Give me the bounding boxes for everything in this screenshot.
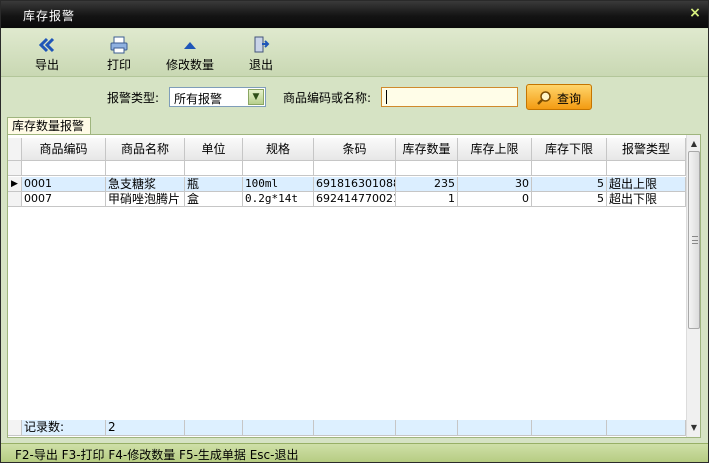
status-bar: F2-导出 F3-打印 F4-修改数量 F5-生成单据 Esc-退出 — [1, 443, 708, 462]
filter-cell[interactable] — [106, 161, 185, 176]
footer-cell — [607, 420, 686, 436]
printer-icon — [110, 36, 128, 54]
tab-stock-quantity-alarm[interactable]: 库存数量报警 — [7, 117, 91, 134]
footer-cell — [532, 420, 607, 436]
exit-button[interactable]: 退出 — [233, 35, 289, 73]
cell-code[interactable]: 0001 — [22, 177, 106, 192]
alarm-type-label: 报警类型: — [107, 91, 160, 105]
up-triangle-icon — [184, 42, 196, 49]
column-header[interactable]: 规格 — [243, 138, 314, 161]
toolbar: 导出 打印 修改数量 退出 — [1, 29, 708, 77]
cell-barcode[interactable]: 6924147700217 — [314, 192, 396, 207]
scroll-down-icon[interactable]: ▼ — [687, 421, 700, 435]
double-left-arrow-icon — [38, 37, 55, 53]
magnifier-icon — [537, 91, 551, 105]
column-header[interactable]: 商品名称 — [106, 138, 185, 161]
title-bar[interactable]: 库存报警 × — [1, 1, 708, 28]
footer-cell — [185, 420, 243, 436]
cell-code[interactable]: 0007 — [22, 192, 106, 207]
filter-cell[interactable] — [607, 161, 686, 176]
code-or-name-label: 商品编码或名称: — [283, 91, 372, 105]
record-count-label: 记录数: — [22, 420, 106, 436]
table-filter-row — [8, 161, 686, 176]
cell-upper-limit[interactable]: 30 — [458, 177, 532, 192]
cell-alarm-type[interactable]: 超出上限 — [607, 177, 686, 192]
scrollbar-thumb[interactable] — [688, 151, 700, 329]
close-icon[interactable]: × — [688, 5, 702, 21]
export-label: 导出 — [34, 58, 59, 72]
table-row[interactable]: 0007 甲硝唑泡腾片 盒 0.2g*14t 6924147700217 1 0… — [8, 192, 686, 207]
footer-cell — [314, 420, 396, 436]
footer-cell — [243, 420, 314, 436]
query-label: 查询 — [557, 92, 582, 106]
current-row-arrow-icon: ▶ — [8, 177, 22, 192]
cell-upper-limit[interactable]: 0 — [458, 192, 532, 207]
row-indicator — [8, 192, 22, 207]
text-caret — [386, 90, 387, 104]
window-title: 库存报警 — [23, 9, 76, 23]
column-header[interactable]: 库存上限 — [458, 138, 532, 161]
print-button[interactable]: 打印 — [91, 35, 147, 73]
cell-name[interactable]: 甲硝唑泡腾片 — [106, 192, 185, 207]
footer-cell — [458, 420, 532, 436]
alarm-type-select[interactable]: 所有报警 ▼ — [169, 87, 266, 107]
exit-door-icon — [254, 36, 270, 53]
footer-cell — [396, 420, 458, 436]
stock-alarm-window: 库存报警 × 导出 打印 修改数量 退出 报警类型: 所有报警 ▼ 商品编码或名… — [0, 0, 709, 463]
cell-alarm-type[interactable]: 超出下限 — [607, 192, 686, 207]
query-button[interactable]: 查询 — [526, 84, 592, 110]
cell-quantity[interactable]: 235 — [396, 177, 458, 192]
table-footer: 记录数: 2 — [8, 420, 686, 436]
alarm-type-value: 所有报警 — [174, 92, 223, 106]
column-header[interactable]: 库存数量 — [396, 138, 458, 161]
exit-label: 退出 — [248, 58, 273, 72]
cell-lower-limit[interactable]: 5 — [532, 192, 607, 207]
filter-bar: 报警类型: 所有报警 ▼ 商品编码或名称: 查询 — [1, 78, 708, 115]
filter-cell[interactable] — [185, 161, 243, 176]
filter-cell[interactable] — [314, 161, 396, 176]
cell-spec[interactable]: 0.2g*14t — [243, 192, 314, 207]
filter-cell[interactable] — [243, 161, 314, 176]
cell-name[interactable]: 急支糖浆 — [106, 177, 185, 192]
cell-lower-limit[interactable]: 5 — [532, 177, 607, 192]
column-header[interactable]: 条码 — [314, 138, 396, 161]
print-label: 打印 — [106, 58, 131, 72]
export-button[interactable]: 导出 — [19, 35, 75, 73]
chevron-down-icon[interactable]: ▼ — [248, 89, 264, 105]
column-header[interactable]: 单位 — [185, 138, 243, 161]
filter-cell[interactable] — [532, 161, 607, 176]
table-row[interactable]: ▶ 0001 急支糖浆 瓶 100ml 6918163010887 235 30… — [8, 177, 686, 192]
cell-barcode[interactable]: 6918163010887 — [314, 177, 396, 192]
modify-quantity-button[interactable]: 修改数量 — [161, 35, 219, 73]
vertical-scrollbar[interactable]: ▲ ▼ — [686, 135, 700, 437]
grip-icon — [692, 236, 698, 244]
row-indicator — [8, 161, 22, 176]
filter-cell[interactable] — [22, 161, 106, 176]
row-indicator — [8, 420, 22, 436]
table-header: 商品编码 商品名称 单位 规格 条码 库存数量 库存上限 库存下限 报警类型 — [8, 138, 686, 161]
filter-cell[interactable] — [396, 161, 458, 176]
row-indicator-header — [8, 138, 22, 161]
cell-quantity[interactable]: 1 — [396, 192, 458, 207]
cell-unit[interactable]: 盒 — [185, 192, 243, 207]
cell-spec[interactable]: 100ml — [243, 177, 314, 192]
filter-cell[interactable] — [458, 161, 532, 176]
column-header[interactable]: 库存下限 — [532, 138, 607, 161]
record-count-value: 2 — [106, 420, 185, 436]
modify-quantity-label: 修改数量 — [165, 58, 214, 72]
scroll-up-icon[interactable]: ▲ — [687, 137, 700, 151]
column-header[interactable]: 报警类型 — [607, 138, 686, 161]
column-header[interactable]: 商品编码 — [22, 138, 106, 161]
code-or-name-input[interactable] — [381, 87, 518, 107]
shortcut-hints: F2-导出 F3-打印 F4-修改数量 F5-生成单据 Esc-退出 — [15, 448, 299, 462]
alarm-table: 商品编码 商品名称 单位 规格 条码 库存数量 库存上限 库存下限 报警类型 ▶ — [7, 134, 701, 438]
cell-unit[interactable]: 瓶 — [185, 177, 243, 192]
